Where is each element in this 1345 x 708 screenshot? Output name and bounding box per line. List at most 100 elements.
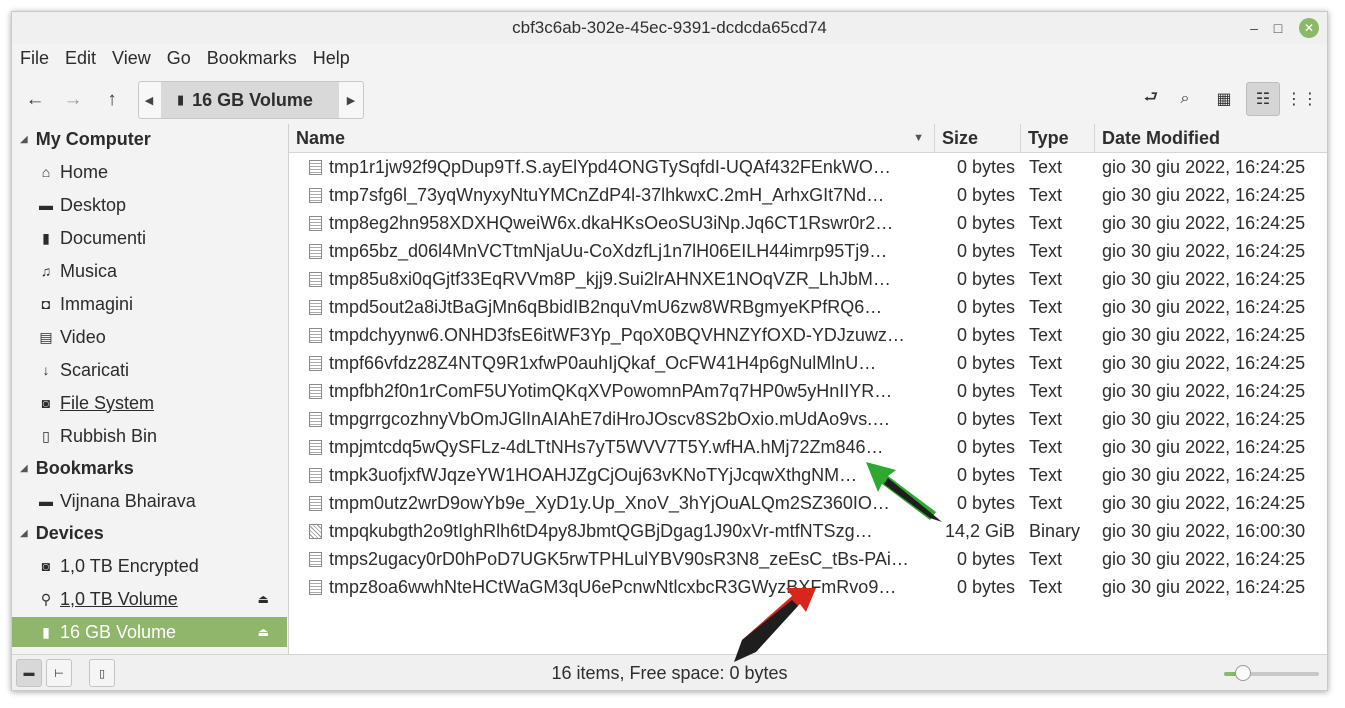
file-size-cell: 0 bytes <box>956 437 1015 457</box>
file-date-cell: gio 30 giu 2022, 16:00:30 <box>1102 521 1306 541</box>
file-name-cell: tmpqkubgth2o9tIghRlh6tD4py8JbmtQGBjDgag1… <box>309 517 934 545</box>
menu-edit[interactable]: Edit <box>57 46 104 74</box>
table-row[interactable]: tmpk3uofjxfWJqzeYW1HOAHJZgCjOuj63vKNoTYj… <box>289 461 1327 489</box>
column-header-date-modified[interactable]: Date Modified <box>1095 124 1327 152</box>
file-date-cell: gio 30 giu 2022, 16:24:25 <box>1102 325 1306 345</box>
sidebar-item-rubbish-bin[interactable]: ▯ Rubbish Bin <box>12 421 287 451</box>
title-bar[interactable]: cbf3c6ab-302e-45ec-9391-dcdcda65cd74 – □… <box>12 12 1327 44</box>
sidebar-item-home[interactable]: ⌂ Home <box>12 157 287 187</box>
file-name-cell: tmpfbh2f0n1rComF5UYotimQKqXVPowomnPAm7q7… <box>309 377 934 405</box>
sidebar-item-vijnana-bhairava[interactable]: ▬ Vijnana Bhairava <box>12 486 287 516</box>
text-file-icon <box>309 552 322 567</box>
sidebar-item-documenti[interactable]: ▮ Documenti <box>12 223 287 253</box>
sidebar-item-file-system[interactable]: ◙ File System <box>12 388 287 418</box>
folder-icon: ▬ <box>39 197 53 213</box>
file-list: Name ▼ Size Type Date Modified tmp1r1jw92… <box>288 124 1327 654</box>
file-date-cell: gio 30 giu 2022, 16:24:25 <box>1102 493 1306 513</box>
drive-icon: ◙ <box>41 558 51 574</box>
back-button[interactable]: ← <box>19 84 51 116</box>
download-icon: ↓ <box>42 362 50 378</box>
table-row[interactable]: tmpgrrgcozhnyVbOmJGlInAIAhE7diHroJOscv8S… <box>289 405 1327 433</box>
menu-bookmarks[interactable]: Bookmarks <box>199 46 305 74</box>
text-file-icon <box>309 384 322 399</box>
column-header-size[interactable]: Size <box>935 124 1021 152</box>
table-row[interactable]: tmp7sfg6l_73yqWnyxyNtuYMCnZdP4l-37lhkwxC… <box>289 181 1327 209</box>
eject-icon[interactable]: ⏏ <box>258 592 269 606</box>
column-header-type[interactable]: Type <box>1021 124 1095 152</box>
search-button[interactable]: ⌕ <box>1168 82 1202 116</box>
file-size-cell: 0 bytes <box>956 493 1015 513</box>
menu-file[interactable]: File <box>12 46 57 74</box>
file-size-cell: 14,2 GiB <box>944 521 1015 541</box>
table-row[interactable]: tmp8eg2hn958XDXHQweiW6x.dkaHKsOeoSU3iNp.… <box>289 209 1327 237</box>
text-file-icon <box>309 440 322 455</box>
table-row[interactable]: tmp85u8xi0qGjtf33EqRVVm8P_kjj9.Sui2lrAHN… <box>289 265 1327 293</box>
text-file-icon <box>309 160 322 175</box>
text-file-icon <box>309 300 322 315</box>
table-row[interactable]: tmpfbh2f0n1rComF5UYotimQKqXVPowomnPAm7q7… <box>289 377 1327 405</box>
file-type-cell: Text <box>1029 157 1063 177</box>
file-size-cell: 0 bytes <box>956 185 1015 205</box>
sidebar: ◢ My Computer ⌂ Home ▬ Desktop ▮ Documenti ♫… <box>12 124 287 654</box>
sidebar-item-1tb-encrypted[interactable]: ◙ 1,0 TB Encrypted <box>12 551 287 581</box>
path-segment-16gb-volume[interactable]: ▮ 16 GB Volume <box>161 82 339 118</box>
sidebar-section-devices[interactable]: ◢ Devices <box>20 518 104 548</box>
zoom-slider-handle[interactable] <box>1235 665 1251 681</box>
forward-button[interactable]: → <box>57 84 89 116</box>
grid-icon: ▦ <box>1216 91 1232 108</box>
table-row[interactable]: tmpdchyynw6.ONHD3fsE6itWF3Yp_PqoX0BQVHNZ… <box>289 321 1327 349</box>
usb-drive-icon: ▮ <box>42 623 50 640</box>
search-icon: ⌕ <box>1180 90 1190 107</box>
table-row[interactable]: tmp65bz_d06l4MnVCTtmNjaUu-CoXdzfLj1n7lH0… <box>289 237 1327 265</box>
sidebar-item-scaricati[interactable]: ↓ Scaricati <box>12 355 287 385</box>
sidebar-section-bookmarks[interactable]: ◢ Bookmarks <box>20 453 134 483</box>
sidebar-item-video[interactable]: ▤ Video <box>12 322 287 352</box>
zoom-slider[interactable] <box>1224 665 1319 681</box>
sidebar-item-musica[interactable]: ♫ Musica <box>12 256 287 286</box>
path-scroll-right-button[interactable]: ▶ <box>341 82 361 118</box>
table-row[interactable]: tmp1r1jw92f9QpDup9Tf.S.ayElYpd4ONGTySqfd… <box>289 153 1327 181</box>
menu-view[interactable]: View <box>104 46 159 74</box>
table-row[interactable]: tmpf66vfdz28Z4NTQ9R1xfwP0auhIjQkaf_OcFW4… <box>289 349 1327 377</box>
file-date-cell: gio 30 giu 2022, 16:24:25 <box>1102 297 1306 317</box>
icon-view-button[interactable]: ▦ <box>1207 82 1241 116</box>
minimize-button[interactable]: – <box>1244 18 1264 38</box>
sidebar-item-immagini[interactable]: ◘ Immagini <box>12 289 287 319</box>
expander-icon: ◢ <box>20 462 28 474</box>
text-file-icon <box>309 216 322 231</box>
menu-help[interactable]: Help <box>305 46 358 74</box>
table-row[interactable]: tmpz8oa6wwhNteHCtWaGM3qU6ePcnwNtlcxbcR3G… <box>289 573 1327 601</box>
up-button[interactable]: ↑ <box>96 84 128 116</box>
column-header-name[interactable]: Name ▼ <box>289 124 935 152</box>
table-row[interactable]: tmpqkubgth2o9tIghRlh6tD4py8JbmtQGBjDgag1… <box>289 517 1327 545</box>
path-scroll-left-button[interactable]: ◀ <box>139 82 159 118</box>
eject-icon[interactable]: ⏏ <box>258 625 269 639</box>
compact-view-button[interactable]: ⋮⋮ <box>1285 82 1319 116</box>
close-button[interactable]: ✕ <box>1299 18 1319 38</box>
file-size-cell: 0 bytes <box>956 549 1015 569</box>
toolbar: ← → ↑ ◀ ▮ 16 GB Volume ▶ ⮐ ⌕ ▦ ☷ ⋮⋮ <box>12 78 1327 124</box>
toggle-location-button[interactable]: ⮐ <box>1134 82 1168 116</box>
table-row[interactable]: tmpd5out2a8iJtBaGjMn6qBbidIB2nquVmU6zw8W… <box>289 293 1327 321</box>
sort-descending-icon: ▼ <box>913 132 924 144</box>
list-view-button[interactable]: ☷ <box>1246 82 1280 116</box>
maximize-button[interactable]: □ <box>1268 18 1288 38</box>
compact-list-icon: ⋮⋮ <box>1286 91 1318 108</box>
sidebar-item-16gb-volume[interactable]: ▮ 16 GB Volume ⏏ <box>12 617 287 647</box>
sidebar-item-desktop[interactable]: ▬ Desktop <box>12 190 287 220</box>
file-size-cell: 0 bytes <box>956 409 1015 429</box>
file-date-cell: gio 30 giu 2022, 16:24:25 <box>1102 409 1306 429</box>
file-name-cell: tmpk3uofjxfWJqzeYW1HOAHJZgCjOuj63vKNoTYj… <box>309 461 934 489</box>
camera-icon: ◘ <box>41 296 51 312</box>
table-row[interactable]: tmpjmtcdq5wQySFLz-4dLTtNHs7yT5WVV7T5Y.wf… <box>289 433 1327 461</box>
document-icon: ▮ <box>42 229 50 246</box>
menu-go[interactable]: Go <box>159 46 199 74</box>
file-type-cell: Text <box>1029 269 1063 289</box>
expander-icon: ◢ <box>20 527 28 539</box>
table-row[interactable]: tmpm0utz2wrD9owYb9e_XyD1y.Up_XnoV_3hYjOu… <box>289 489 1327 517</box>
sidebar-item-1tb-volume[interactable]: ⚲ 1,0 TB Volume ⏏ <box>12 584 287 614</box>
sidebar-section-my-computer[interactable]: ◢ My Computer <box>20 124 151 154</box>
file-size-cell: 0 bytes <box>956 213 1015 233</box>
table-row[interactable]: tmps2ugacy0rD0hPoD7UGK5rwTPHLulYBV90sR3N… <box>289 545 1327 573</box>
text-file-icon <box>309 328 322 343</box>
